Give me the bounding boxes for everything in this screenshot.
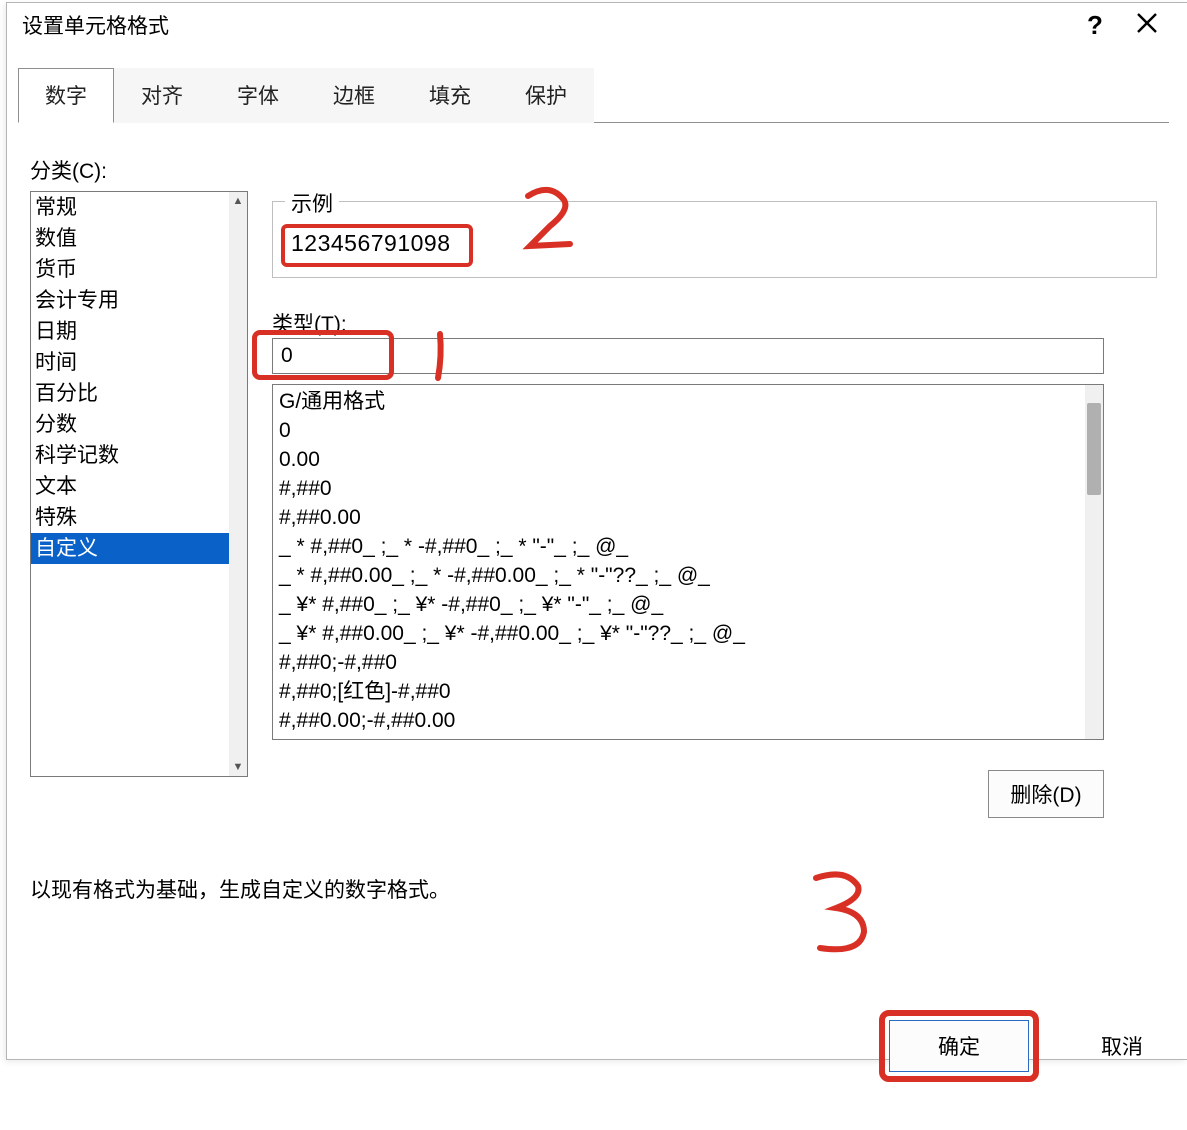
format-item[interactable]: _ ¥* #,##0.00_ ;_ ¥* -#,##0.00_ ;_ ¥* "-… [277, 619, 1081, 648]
type-label: 类型(T): [272, 308, 1157, 338]
category-label: 分类(C): [30, 155, 1157, 185]
tab-number[interactable]: 数字 [18, 68, 114, 123]
format-item[interactable]: _ * #,##0.00_ ;_ * -#,##0.00_ ;_ * "-"??… [277, 561, 1081, 590]
category-item-number[interactable]: 数值 [31, 223, 231, 254]
dialog-title: 设置单元格格式 [22, 10, 1069, 40]
tab-strip: 数字 对齐 字体 边框 填充 保护 [18, 68, 1169, 123]
category-item-fraction[interactable]: 分数 [31, 409, 231, 440]
scroll-up-icon: ▲ [233, 192, 244, 210]
annotation-box-2: 123456791098 [281, 224, 473, 267]
ok-button[interactable]: 确定 [889, 1020, 1029, 1072]
type-input[interactable] [272, 338, 1104, 374]
cancel-button[interactable]: 取消 [1067, 1023, 1177, 1069]
format-item[interactable]: 0.00 [277, 445, 1081, 474]
tab-fill[interactable]: 填充 [402, 68, 498, 123]
format-item[interactable]: G/通用格式 [277, 387, 1081, 416]
tab-border[interactable]: 边框 [306, 68, 402, 123]
title-bar: 设置单元格格式 ? [0, 0, 1187, 48]
close-icon [1136, 12, 1158, 34]
sample-value: 123456791098 [291, 230, 451, 257]
format-item[interactable]: #,##0;-#,##0 [277, 648, 1081, 677]
scroll-down-icon: ▼ [233, 758, 244, 776]
category-item-custom[interactable]: 自定义 [31, 533, 231, 564]
category-listbox[interactable]: 常规 数值 货币 会计专用 日期 时间 百分比 分数 科学记数 文本 特殊 自定… [30, 191, 248, 777]
scrollbar-thumb[interactable] [1087, 403, 1101, 495]
help-button[interactable]: ? [1069, 10, 1121, 41]
format-item[interactable]: #,##0;[红色]-#,##0 [277, 677, 1081, 706]
format-item[interactable]: _ ¥* #,##0_ ;_ ¥* -#,##0_ ;_ ¥* "-"_ ;_ … [277, 590, 1081, 619]
category-scrollbar[interactable]: ▲ ▼ [229, 192, 247, 776]
format-item[interactable]: 0 [277, 416, 1081, 445]
annotation-box-3: 确定 [879, 1010, 1039, 1082]
category-item-time[interactable]: 时间 [31, 347, 231, 378]
tab-protection[interactable]: 保护 [498, 68, 594, 123]
format-listbox[interactable]: G/通用格式 0 0.00 #,##0 #,##0.00 _ * #,##0_ … [272, 384, 1104, 740]
category-item-percent[interactable]: 百分比 [31, 378, 231, 409]
format-item[interactable]: #,##0.00 [277, 503, 1081, 532]
category-item-date[interactable]: 日期 [31, 316, 231, 347]
close-button[interactable] [1121, 12, 1173, 39]
tab-alignment[interactable]: 对齐 [114, 68, 210, 123]
category-item-text[interactable]: 文本 [31, 471, 231, 502]
sample-legend: 示例 [285, 188, 339, 218]
category-item-accounting[interactable]: 会计专用 [31, 285, 231, 316]
category-item-general[interactable]: 常规 [31, 192, 231, 223]
category-item-scientific[interactable]: 科学记数 [31, 440, 231, 471]
format-item[interactable]: #,##0.00;-#,##0.00 [277, 706, 1081, 735]
format-scrollbar[interactable] [1085, 385, 1103, 739]
delete-button[interactable]: 删除(D) [988, 770, 1104, 818]
format-item[interactable]: _ * #,##0_ ;_ * -#,##0_ ;_ * "-"_ ;_ @_ [277, 532, 1081, 561]
sample-group: 示例 123456791098 [272, 201, 1157, 278]
category-item-special[interactable]: 特殊 [31, 502, 231, 533]
category-item-currency[interactable]: 货币 [31, 254, 231, 285]
tab-font[interactable]: 字体 [210, 68, 306, 123]
hint-text: 以现有格式为基础，生成自定义的数字格式。 [30, 874, 1157, 904]
format-item[interactable]: #,##0 [277, 474, 1081, 503]
dialog-footer: 确定 取消 [879, 1010, 1187, 1082]
